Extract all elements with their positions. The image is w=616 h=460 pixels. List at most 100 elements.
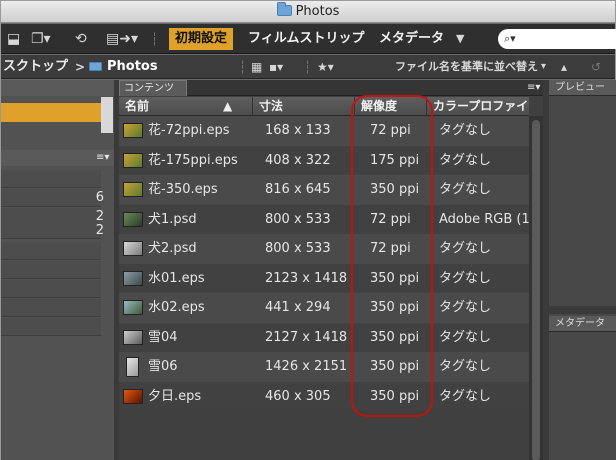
filter-row[interactable] <box>1 318 101 336</box>
column-header-color-profile[interactable]: カラープロファイ <box>427 97 529 116</box>
toolbar: ⬓ ❐▾ ⟲ ▤➜▾ ┆ 初期設定 フィルムストリップ メタデータ ▼ ⌕▾ <box>1 24 616 54</box>
pathbar-divider-2: ┆ <box>304 60 312 74</box>
file-color-profile: タグなし <box>439 152 492 168</box>
file-thumbnail <box>123 123 143 138</box>
sort-direction-icon[interactable]: ▴ <box>561 55 567 79</box>
column-header-name-label: 名前 <box>125 99 150 113</box>
title-bar: Photos <box>1 1 615 23</box>
column-header-dimensions[interactable]: 寸法 <box>253 97 355 116</box>
window-title: Photos <box>295 4 340 19</box>
file-list: 花-72ppi.eps 168 x 133 72 ppi タグなし 花-175ppi.e… <box>119 116 529 411</box>
workspace-default-tab[interactable]: 初期設定 <box>169 28 234 50</box>
file-thumbnail <box>123 388 143 404</box>
file-name: 花-72ppi.eps <box>148 123 230 138</box>
file-dimensions: 800 x 533 <box>265 241 331 256</box>
file-color-profile: タグなし <box>439 359 492 374</box>
search-input[interactable]: ⌕▾ <box>498 29 616 49</box>
file-dimensions: 1426 x 2151 <box>265 359 348 374</box>
file-dimensions: 800 x 533 <box>265 211 331 227</box>
sort-chevron-icon[interactable]: ▾ <box>541 55 546 79</box>
file-thumbnail <box>126 357 139 377</box>
file-color-profile: タグなし <box>439 123 492 138</box>
file-thumbnail <box>123 300 143 315</box>
breadcrumb-current[interactable]: Photos <box>107 55 158 79</box>
panel-menu-icon[interactable]: ≡▾ <box>527 80 540 96</box>
file-name: 花-350.eps <box>148 182 218 197</box>
content-scrollbar[interactable] <box>529 116 543 460</box>
file-thumbnail <box>123 329 143 345</box>
highlight-annotation <box>351 95 433 417</box>
file-name: 犬2.psd <box>148 241 197 256</box>
table-row[interactable]: 水02.eps 441 x 294 350 ppi タグなし <box>119 293 529 323</box>
panel-menu-icon[interactable]: ≡▾ <box>96 150 109 166</box>
thumbnail-quality-icon[interactable]: ▦ <box>251 55 262 79</box>
file-thumbnail <box>123 211 143 227</box>
table-row[interactable]: 雪04 2127 x 1418 350 ppi タグなし <box>119 322 529 352</box>
table-row[interactable]: 花-350.eps 816 x 645 350 ppi タグなし <box>119 175 529 205</box>
file-name: 花-175ppi.eps <box>148 152 238 168</box>
file-color-profile: タグなし <box>439 241 492 256</box>
rotate-ccw-icon[interactable]: ↺ <box>591 55 601 79</box>
filter-row[interactable]: 2 <box>1 208 104 226</box>
breadcrumb-prev[interactable]: スクトップ <box>3 55 68 79</box>
filter-row[interactable]: 6 <box>1 189 104 207</box>
file-name: 犬1.psd <box>148 211 197 227</box>
workspace-menu-chevron-icon[interactable]: ▼ <box>456 24 464 54</box>
file-name: 雪06 <box>148 359 178 374</box>
file-thumbnail <box>123 152 143 168</box>
panel-divider[interactable] <box>549 306 616 314</box>
folder-icon <box>276 2 292 16</box>
filter-row[interactable] <box>1 242 101 260</box>
folder-scrollbar[interactable] <box>101 97 113 133</box>
breadcrumb-folder-icon <box>89 55 102 79</box>
table-row[interactable]: 水01.eps 2123 x 1418 350 ppi タグなし <box>119 263 529 293</box>
column-header-name[interactable]: 名前 ▲ <box>119 97 253 116</box>
column-headers: 名前 ▲ 寸法 解像度 カラープロファイ <box>119 97 529 116</box>
output-icon[interactable]: ▤➜▾ <box>106 24 138 54</box>
filter-row[interactable] <box>1 170 101 188</box>
file-color-profile: タグなし <box>439 388 492 404</box>
scrollbar-thumb[interactable] <box>532 120 540 460</box>
left-panel-header <box>1 80 114 96</box>
filter-row[interactable]: 2 <box>1 223 104 239</box>
path-bar: スクトップ > Photos ┆ ▦ ▪▾ ┆ ★▾ ファイル名を基準に並べ替え… <box>1 55 615 79</box>
metadata-panel-title[interactable]: メタデータ <box>549 316 616 332</box>
workspace-metadata-tab[interactable]: メタデータ <box>373 28 450 50</box>
table-row[interactable]: 雪06 1426 x 2151 350 ppi タグなし <box>119 352 529 382</box>
camera-download-icon[interactable]: ⬓ <box>7 24 20 54</box>
table-row[interactable]: 夕日.eps 460 x 305 350 ppi タグなし <box>119 381 529 411</box>
preview-panel-title[interactable]: プレビュー <box>549 80 616 96</box>
sort-by-filename-menu[interactable]: ファイル名を基準に並べ替え <box>395 55 538 79</box>
filter-count: 2 <box>95 223 104 238</box>
file-dimensions: 441 x 294 <box>265 300 331 315</box>
file-dimensions: 460 x 305 <box>265 388 331 404</box>
file-color-profile: タグなし <box>439 270 492 286</box>
table-row[interactable]: 犬2.psd 800 x 533 72 ppi タグなし <box>119 234 529 264</box>
tab-content[interactable]: コンテンツ <box>119 80 187 96</box>
filter-row[interactable] <box>1 261 101 279</box>
sort-ascending-icon: ▲ <box>223 99 233 113</box>
selected-folder-item[interactable] <box>1 103 101 122</box>
copy-icon[interactable]: ❐▾ <box>31 24 51 54</box>
filter-row[interactable] <box>1 280 101 298</box>
search-icon: ⌕▾ <box>504 32 516 45</box>
file-color-profile: タグなし <box>439 300 492 315</box>
content-tab-bar: コンテンツ ≡▾ <box>119 80 543 96</box>
table-row[interactable]: 犬1.psd 800 x 533 72 ppi Adobe RGB (1 <box>119 204 529 234</box>
file-thumbnail <box>123 182 143 197</box>
view-options-icon[interactable]: ▪▾ <box>269 55 283 79</box>
file-color-profile: タグなし <box>439 329 492 345</box>
table-row[interactable]: 花-72ppi.eps 168 x 133 72 ppi タグなし <box>119 116 529 146</box>
file-dimensions: 2123 x 1418 <box>265 270 348 286</box>
file-name: 水01.eps <box>148 270 205 286</box>
rating-filter-star-icon[interactable]: ★▾ <box>317 55 334 79</box>
file-name: 雪04 <box>148 329 178 345</box>
toolbar-divider: ┆ <box>151 32 159 46</box>
table-row[interactable]: 花-175ppi.eps 408 x 322 175 ppi タグなし <box>119 145 529 175</box>
workspace-filmstrip-tab[interactable]: フィルムストリップ <box>242 28 370 50</box>
left-panel: ≡▾ 6 2 2 <box>1 80 114 460</box>
filter-row[interactable] <box>1 299 101 317</box>
rotate-icon[interactable]: ⟲ <box>75 24 87 54</box>
filter-panel-header: ≡▾ <box>1 150 114 166</box>
pathbar-divider: ┆ <box>239 60 247 74</box>
